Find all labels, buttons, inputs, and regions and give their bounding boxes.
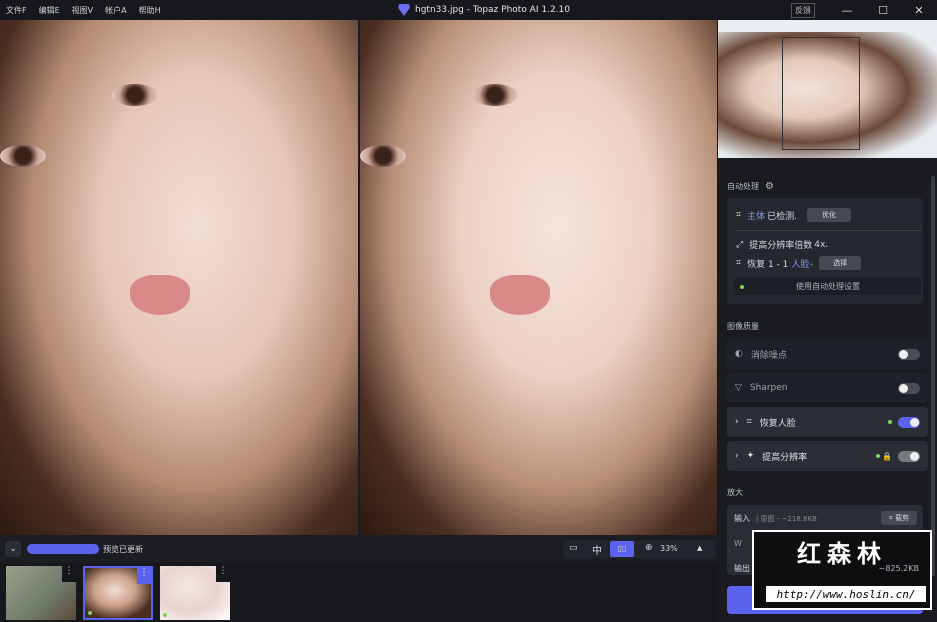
chevron-right-icon[interactable]: › (735, 417, 739, 427)
restore-text: 恢复 1 - 1 (747, 259, 789, 270)
expand-arrows-icon: ⤢ (736, 239, 744, 250)
auto-header: 自动处理 (727, 182, 759, 191)
eye (112, 84, 158, 106)
select-button[interactable]: 选择 (819, 256, 862, 270)
navigator[interactable] (718, 20, 937, 158)
zoom-icon[interactable]: ⊕ (645, 543, 653, 553)
progress-bar (27, 544, 99, 554)
use-auto-settings-button[interactable]: 使用自动处理设置 (734, 278, 921, 295)
close-button[interactable]: ✕ (901, 4, 937, 17)
denoise-toggle[interactable] (898, 348, 920, 360)
divider (736, 230, 921, 231)
minimize-button[interactable]: — (829, 4, 865, 17)
subject-text: 已检测. (767, 211, 797, 222)
upscale-text: 提高分辨率倍数 (749, 241, 813, 251)
input-info: | 原图 - ~218.8KB (756, 514, 817, 523)
menu-file[interactable]: 文件F (6, 5, 27, 16)
more-options-icon[interactable]: ⋮ (137, 568, 151, 584)
split-view-icon[interactable]: 中 (592, 542, 602, 557)
menu-bar: 文件F 编辑E 视图V 帐户A 帮助H (0, 5, 167, 16)
panel-scrollbar[interactable] (931, 176, 935, 576)
menu-help[interactable]: 帮助H (139, 5, 161, 16)
navigator-viewport[interactable] (782, 37, 860, 150)
restore-face-link[interactable]: 人脸 (791, 257, 809, 270)
processed-preview[interactable] (360, 20, 717, 535)
chevron-up-icon[interactable]: ▲ (697, 544, 702, 552)
subject-detect-icon: ⌗ (736, 210, 742, 220)
eye (0, 145, 46, 167)
thumbnail-third[interactable]: ⋮ (160, 566, 230, 620)
eye (472, 84, 518, 106)
status-dot (876, 454, 880, 458)
crop-label: 载剪 (895, 514, 910, 522)
eye (360, 145, 406, 167)
sharpen-toggle[interactable] (898, 382, 920, 394)
face-recovery-toggle[interactable] (898, 416, 920, 428)
feedback-button[interactable]: 反馈 (791, 2, 815, 18)
restore-dot: . (810, 258, 814, 268)
face-detect-icon: ⌗ (736, 258, 742, 268)
output-label: 输出 (734, 564, 750, 573)
tool-label: 提高分辨率 (762, 452, 808, 463)
upscale-value: 4x. (814, 239, 829, 250)
tool-label: 消除噪点 (750, 350, 787, 361)
optimize-button[interactable]: 优化 (806, 208, 851, 222)
status-dot (88, 611, 92, 615)
upscale-header: 放大 (727, 488, 743, 497)
status-dot (888, 420, 892, 424)
original-preview[interactable] (0, 20, 358, 535)
status-dot (163, 613, 167, 617)
tool-denoise[interactable]: ◐ 消除噪点 (727, 339, 928, 369)
chevron-right-icon[interactable]: › (735, 451, 739, 461)
single-view-icon[interactable]: ▭ (569, 543, 578, 553)
tool-face-recovery[interactable]: › ⌗ 恢复人脸 (727, 407, 928, 437)
input-label: 输入 (734, 514, 750, 523)
tool-upscale[interactable]: › ✦ 提高分辨率 🔒 (727, 441, 928, 471)
more-options-icon[interactable]: ⋮ (62, 566, 76, 582)
denoise-icon: ◐ (735, 349, 743, 359)
side-by-side-view-icon[interactable]: ▯▯ (610, 541, 634, 557)
lock-icon: 🔒 (882, 451, 892, 461)
sparkle-icon: ✦ (746, 451, 755, 461)
svg-text:红森林: 红森林 (797, 540, 887, 568)
title-bar: 文件F 编辑E 视图V 帐户A 帮助H hgtn33.jpg - Topaz P… (0, 0, 937, 20)
maximize-button[interactable]: ☐ (865, 4, 901, 17)
tool-sharpen[interactable]: ▽ Sharpen (727, 373, 928, 403)
chevron-down-icon[interactable]: ⌄ (5, 541, 21, 557)
svg-text:http://www.hoslin.cn/: http://www.hoslin.cn/ (776, 588, 915, 601)
subject-label: 主体 (747, 211, 766, 222)
upscale-toggle[interactable] (898, 450, 920, 462)
thumbnail-kingfisher[interactable]: ⋮ (6, 566, 76, 620)
face-icon: ⌗ (746, 417, 752, 427)
menu-edit[interactable]: 编辑E (39, 5, 60, 16)
status-dot (740, 284, 744, 289)
crop-button[interactable]: ⌗ 载剪 (881, 511, 917, 525)
gear-icon[interactable]: ⚙ (765, 181, 774, 192)
tool-label: Sharpen (749, 383, 788, 393)
use-auto-label: 使用自动处理设置 (796, 282, 860, 291)
thumbnail-active[interactable]: ⋮ (83, 566, 153, 620)
lips (490, 275, 550, 315)
window-title: hgtn33.jpg - Topaz Photo AI 1.2.10 (398, 4, 570, 16)
menu-view[interactable]: 视图V (72, 5, 93, 16)
auto-card: ⌗ 主体 已检测. 优化 ⤢ 提高分辨率倍数 4x. ⌗ 恢复 1 - 1 人脸… (727, 198, 923, 304)
sharpen-icon: ▽ (735, 383, 742, 393)
output-size: ~825.2KB (878, 564, 919, 573)
tool-label: 恢复人脸 (759, 418, 796, 429)
quality-header: 图像质量 (727, 322, 759, 331)
width-label: W (734, 539, 742, 548)
topaz-logo-icon (398, 4, 410, 16)
view-controls: ▭ 中 ▯▯ ⊕ 33% ▲ (563, 540, 715, 558)
bottom-bar: ⌄ 预览已更新 ▭ 中 ▯▯ ⊕ 33% ▲ ⋮ ⋮ ⋮ (0, 535, 718, 622)
window-title-text: hgtn33.jpg - Topaz Photo AI 1.2.10 (415, 5, 570, 15)
menu-account[interactable]: 帐户A (105, 5, 126, 16)
lips (130, 275, 190, 315)
crop-icon: ⌗ (888, 514, 893, 522)
zoom-level[interactable]: 33% (660, 544, 678, 553)
more-options-icon[interactable]: ⋮ (216, 566, 230, 582)
status-text: 预览已更新 (103, 545, 143, 554)
